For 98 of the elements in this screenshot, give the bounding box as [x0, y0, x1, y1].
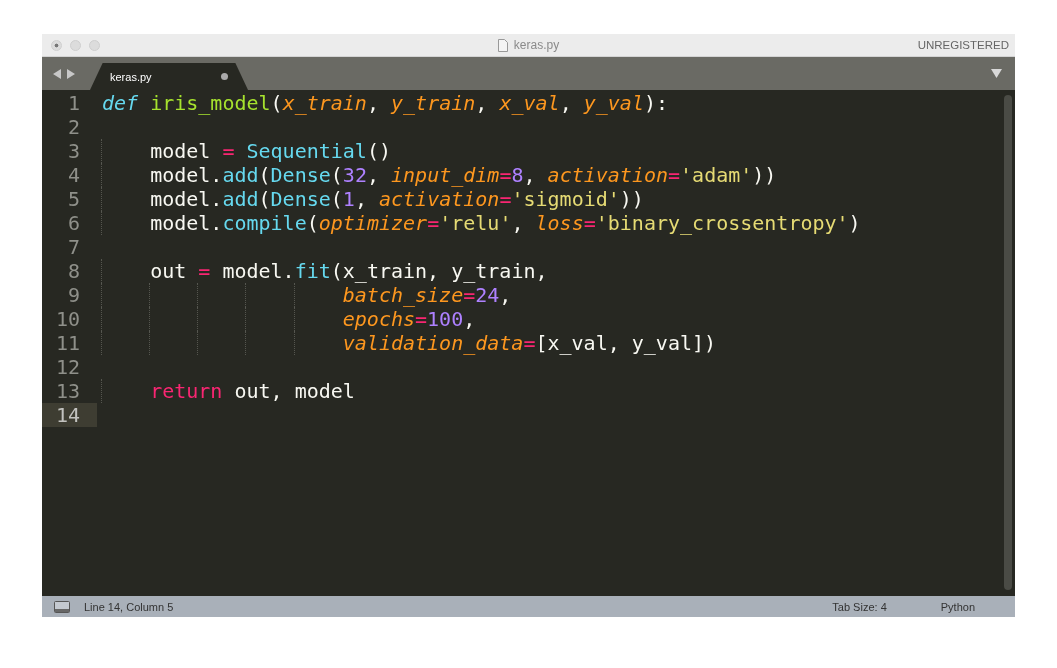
- code-token: fit: [294, 259, 331, 283]
- code-token: model.: [221, 259, 295, 283]
- code-token: ,: [366, 91, 380, 115]
- code-token: def: [102, 91, 139, 115]
- code-token: y_val: [583, 91, 644, 115]
- code-token: return: [150, 379, 223, 403]
- code-token: ,: [463, 307, 476, 331]
- code-token: activation: [547, 163, 668, 187]
- code-token: model.: [150, 211, 223, 235]
- line-number: 1: [66, 91, 81, 115]
- line-number: 6: [66, 211, 81, 235]
- code-token: ,: [523, 163, 537, 187]
- code-token: add: [222, 163, 259, 187]
- code-token: 100: [427, 307, 464, 331]
- code-token: (): [366, 139, 391, 163]
- line-number: 3: [66, 139, 81, 163]
- code-token: )): [752, 163, 777, 187]
- code-token: optimizer: [318, 211, 428, 235]
- code-token: =: [463, 283, 476, 307]
- line-number: 10: [54, 307, 81, 331]
- code-token: (: [330, 187, 343, 211]
- code-token: validation_data: [342, 331, 524, 355]
- code-token: 8: [511, 163, 524, 187]
- code-token: ,: [354, 187, 368, 211]
- line-number: 11: [54, 331, 81, 355]
- code-token: epochs: [342, 307, 416, 331]
- code-token: =: [668, 163, 681, 187]
- code-token: =: [583, 211, 596, 235]
- code-token: 'relu': [439, 211, 512, 235]
- file-tab[interactable]: keras.py: [90, 63, 248, 90]
- line-number: 8: [66, 259, 81, 283]
- code-token: (: [258, 163, 271, 187]
- code-token: out, model: [233, 379, 355, 403]
- code-token: )): [619, 187, 644, 211]
- code-token: =: [499, 187, 512, 211]
- code-token: Sequential: [246, 139, 367, 163]
- code-token: activation: [379, 187, 500, 211]
- unsaved-dot-icon: [221, 73, 228, 80]
- panel-toggle-icon[interactable]: [54, 600, 70, 613]
- code-token: input_dim: [391, 163, 500, 187]
- license-label: UNREGISTERED: [917, 39, 1010, 51]
- line-number: 12: [54, 355, 81, 379]
- code-token: model.: [150, 163, 223, 187]
- line-number: 4: [66, 163, 81, 187]
- code-token: 'sigmoid': [511, 187, 620, 211]
- code-token: [x_val, y_val]): [535, 331, 717, 355]
- code-token: =: [415, 307, 428, 331]
- code-token: add: [222, 187, 259, 211]
- code-token: model.: [150, 187, 223, 211]
- code-token: ,: [559, 91, 573, 115]
- tab-navigation-arrows-icon[interactable]: [53, 69, 75, 79]
- code-token: =: [222, 139, 235, 163]
- code-token: out: [150, 259, 187, 283]
- code-token: Dense: [270, 163, 331, 187]
- line-number: 2: [66, 115, 81, 139]
- code-token: x_train: [282, 91, 367, 115]
- code-token: 1: [342, 187, 355, 211]
- tab-size-setting[interactable]: Tab Size: 4: [832, 600, 887, 613]
- window-title: keras.py: [513, 38, 560, 52]
- code-token: (: [270, 91, 283, 115]
- code-token: ,: [511, 211, 525, 235]
- line-number: 5: [66, 187, 81, 211]
- tab-menu-caret-icon[interactable]: [991, 69, 1002, 78]
- syntax-setting[interactable]: Python: [940, 600, 975, 613]
- code-token: batch_size: [342, 283, 464, 307]
- code-token: =: [427, 211, 440, 235]
- code-token: =: [523, 331, 536, 355]
- code-token: 32: [342, 163, 367, 187]
- file-icon: [497, 38, 508, 52]
- code-token: (: [258, 187, 271, 211]
- code-token: (x_train, y_train,: [330, 259, 548, 283]
- code-token: =: [499, 163, 512, 187]
- scrollbar[interactable]: [1004, 95, 1012, 590]
- code-token: y_train: [391, 91, 476, 115]
- close-button[interactable]: [51, 39, 62, 51]
- code-token: (: [306, 211, 319, 235]
- cursor-position: Line 14, Column 5: [84, 600, 174, 613]
- code-token: Dense: [270, 187, 331, 211]
- line-number: 13: [54, 379, 81, 403]
- code-token: 24: [475, 283, 500, 307]
- code-token: 'binary_crossentropy': [595, 211, 849, 235]
- code-token: ,: [499, 283, 512, 307]
- code-token: x_val: [499, 91, 560, 115]
- code-token: =: [198, 259, 211, 283]
- code-editor[interactable]: [42, 90, 1015, 596]
- code-token: ):: [643, 91, 669, 115]
- code-token: (: [330, 163, 343, 187]
- code-token: iris_model: [150, 91, 271, 115]
- code-token: 'adam': [680, 163, 753, 187]
- line-number: 7: [66, 235, 81, 259]
- line-number: 14: [42, 403, 97, 427]
- code-token: ,: [366, 163, 380, 187]
- code-token: ): [848, 211, 861, 235]
- code-token: compile: [222, 211, 307, 235]
- code-token: loss: [535, 211, 584, 235]
- code-token: model: [150, 139, 211, 163]
- line-number: 9: [66, 283, 81, 307]
- code-token: ,: [475, 91, 489, 115]
